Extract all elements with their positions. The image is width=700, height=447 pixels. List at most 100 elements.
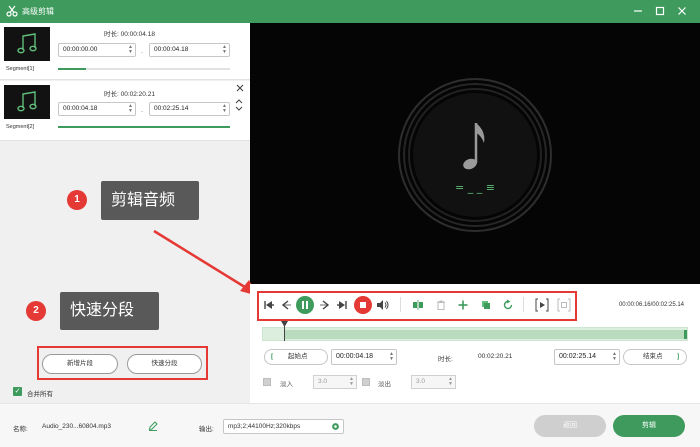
segment-start-input[interactable]: 00:00:00.00 ▲ ▼ bbox=[58, 43, 136, 57]
play-selection-icon[interactable] bbox=[535, 298, 549, 312]
segment-label: Segment[2] bbox=[6, 124, 35, 130]
copy-icon[interactable] bbox=[480, 299, 492, 311]
move-segment-arrows[interactable] bbox=[235, 97, 243, 113]
close-window-button[interactable] bbox=[674, 3, 690, 19]
trim-end-input[interactable]: 00:02:25.14 ▲ ▼ bbox=[554, 349, 620, 365]
spinner-icon[interactable]: ▲ ▼ bbox=[448, 377, 453, 387]
spinner-icon[interactable]: ▲ ▼ bbox=[612, 352, 617, 362]
pause-button[interactable] bbox=[296, 296, 314, 314]
trim-end-value: 00:02:25.14 bbox=[559, 353, 596, 360]
annotation-badge-1: 1 bbox=[67, 190, 87, 210]
segment-item-2[interactable]: Segment[2] 时长: 00:02:20.21 00:00:04.18 ▲… bbox=[0, 81, 250, 141]
timeline-selection[interactable] bbox=[285, 330, 687, 339]
split-icon[interactable] bbox=[412, 299, 424, 311]
output-format-field[interactable]: mp3;2;44100Hz;320kbps bbox=[223, 419, 344, 434]
spinner-icon[interactable]: ▲ ▼ bbox=[349, 377, 354, 387]
segment-panel: Segment[1] 时长: 00:00:04.18 00:00:00.00 ▲… bbox=[0, 23, 250, 403]
cut-button[interactable]: 剪辑 bbox=[613, 415, 685, 437]
fade-in-checkbox[interactable] bbox=[263, 378, 271, 386]
file-name: Audio_230...60804.mp3 bbox=[42, 423, 112, 430]
spinner-icon[interactable]: ▲ ▼ bbox=[128, 104, 133, 114]
bracket-left-icon: [ bbox=[271, 353, 274, 360]
spinner-icon[interactable]: ▲ ▼ bbox=[389, 352, 394, 362]
step-back-icon[interactable] bbox=[280, 299, 292, 311]
range-separator: - bbox=[141, 50, 143, 56]
fade-in-value: 3.0 bbox=[318, 378, 328, 385]
time-counter: 00:00:06.16/00:02:25.14 bbox=[618, 302, 684, 308]
go-to-end-icon[interactable] bbox=[336, 299, 348, 311]
stop-icon bbox=[360, 302, 366, 308]
pause-icon bbox=[302, 301, 308, 309]
trim-controls: [ 起始点 00:00:04.18 ▲ ▼ 时长: 00:02:20.21 00:… bbox=[262, 348, 688, 365]
segment-start-input[interactable]: 00:00:04.18 ▲ ▼ bbox=[58, 102, 136, 116]
segment-start-value: 00:00:00.00 bbox=[63, 46, 98, 53]
music-note-icon bbox=[17, 91, 37, 112]
trim-start-value: 00:00:04.18 bbox=[336, 353, 373, 360]
add-segment-button[interactable]: 新增片段 bbox=[42, 354, 118, 374]
spinner-icon[interactable]: ▲ ▼ bbox=[128, 45, 133, 55]
maximize-icon bbox=[655, 6, 665, 16]
reset-icon[interactable] bbox=[502, 299, 514, 311]
maximize-button[interactable] bbox=[652, 3, 668, 19]
toolbar-divider bbox=[523, 297, 524, 312]
go-to-start-icon[interactable] bbox=[263, 299, 275, 311]
video-preview: = _ _ ≡ bbox=[250, 23, 700, 284]
playhead-handle-icon[interactable] bbox=[281, 321, 288, 327]
fade-out-input[interactable]: 3.0 ▲ ▼ bbox=[411, 375, 456, 389]
trim-duration-label: 时长: bbox=[438, 356, 453, 363]
toolbar-divider bbox=[400, 297, 401, 312]
quick-split-button[interactable]: 快速分段 bbox=[127, 354, 202, 374]
set-end-point-button[interactable]: 结束点 ] bbox=[623, 349, 687, 365]
fit-selection-icon[interactable] bbox=[557, 298, 571, 312]
segment-item-1[interactable]: Segment[1] 时长: 00:00:04.18 00:00:00.00 ▲… bbox=[0, 23, 250, 80]
segment-end-input[interactable]: 00:00:04.18 ▲ ▼ bbox=[149, 43, 230, 57]
fade-out-label: 淡出 bbox=[378, 381, 391, 388]
fade-in-label: 淡入 bbox=[280, 381, 293, 388]
fade-out-value: 3.0 bbox=[416, 378, 426, 385]
set-start-point-button[interactable]: [ 起始点 bbox=[264, 349, 328, 365]
minimize-button[interactable] bbox=[630, 3, 646, 19]
window-title: 高级剪辑 bbox=[22, 7, 54, 16]
segment-end-value: 00:00:04.18 bbox=[154, 46, 189, 53]
step-forward-icon[interactable] bbox=[319, 299, 331, 311]
trim-duration-value: 00:02:20.21 bbox=[478, 353, 513, 360]
volume-icon[interactable] bbox=[376, 299, 390, 311]
spinner-icon[interactable]: ▲ ▼ bbox=[222, 45, 227, 55]
edit-name-icon[interactable] bbox=[148, 421, 158, 431]
reorder-icon bbox=[235, 99, 243, 111]
close-icon bbox=[236, 84, 244, 92]
segment-end-value: 00:02:25.14 bbox=[154, 105, 189, 112]
output-label: 输出: bbox=[199, 426, 214, 433]
annotation-badge-2: 2 bbox=[26, 301, 46, 321]
trim-start-input[interactable]: 00:00:04.18 ▲ ▼ bbox=[331, 349, 397, 365]
title-bar: 高级剪辑 bbox=[0, 0, 700, 23]
end-point-label: 结束点 bbox=[643, 353, 663, 360]
bracket-right-icon: ] bbox=[677, 353, 680, 360]
segment-range-track bbox=[86, 68, 230, 70]
delete-segment-button[interactable] bbox=[235, 83, 245, 93]
end-handle[interactable] bbox=[684, 330, 687, 339]
fade-in-input[interactable]: 3.0 ▲ ▼ bbox=[313, 375, 357, 389]
merge-all-checkbox[interactable]: ✓ bbox=[13, 387, 22, 396]
close-icon bbox=[678, 7, 686, 15]
name-label: 名称: bbox=[13, 426, 28, 433]
fade-out-checkbox[interactable] bbox=[362, 378, 370, 386]
stop-button[interactable] bbox=[354, 296, 372, 314]
output-format-value: mp3;2;44100Hz;320kbps bbox=[228, 423, 301, 430]
music-note-icon bbox=[17, 33, 37, 54]
merge-all-label: 合并所有 bbox=[27, 391, 53, 398]
segment-thumbnail bbox=[4, 85, 50, 119]
player-toolbar: 00:00:06.16/00:02:25.14 bbox=[250, 284, 700, 326]
segment-range-bar bbox=[58, 68, 86, 70]
equalizer-text: = _ _ ≡ bbox=[455, 181, 495, 194]
timeline-track[interactable] bbox=[262, 321, 688, 341]
settings-gear-icon[interactable] bbox=[331, 422, 340, 431]
back-button[interactable]: 返回 bbox=[534, 415, 606, 437]
delete-icon[interactable] bbox=[435, 299, 447, 311]
range-separator: - bbox=[141, 109, 143, 115]
app-logo-icon bbox=[6, 5, 18, 17]
add-icon[interactable] bbox=[457, 299, 469, 311]
segment-duration: 时长: 00:02:20.21 bbox=[104, 91, 155, 98]
spinner-icon[interactable]: ▲ ▼ bbox=[222, 104, 227, 114]
segment-end-input[interactable]: 00:02:25.14 ▲ ▼ bbox=[149, 102, 230, 116]
